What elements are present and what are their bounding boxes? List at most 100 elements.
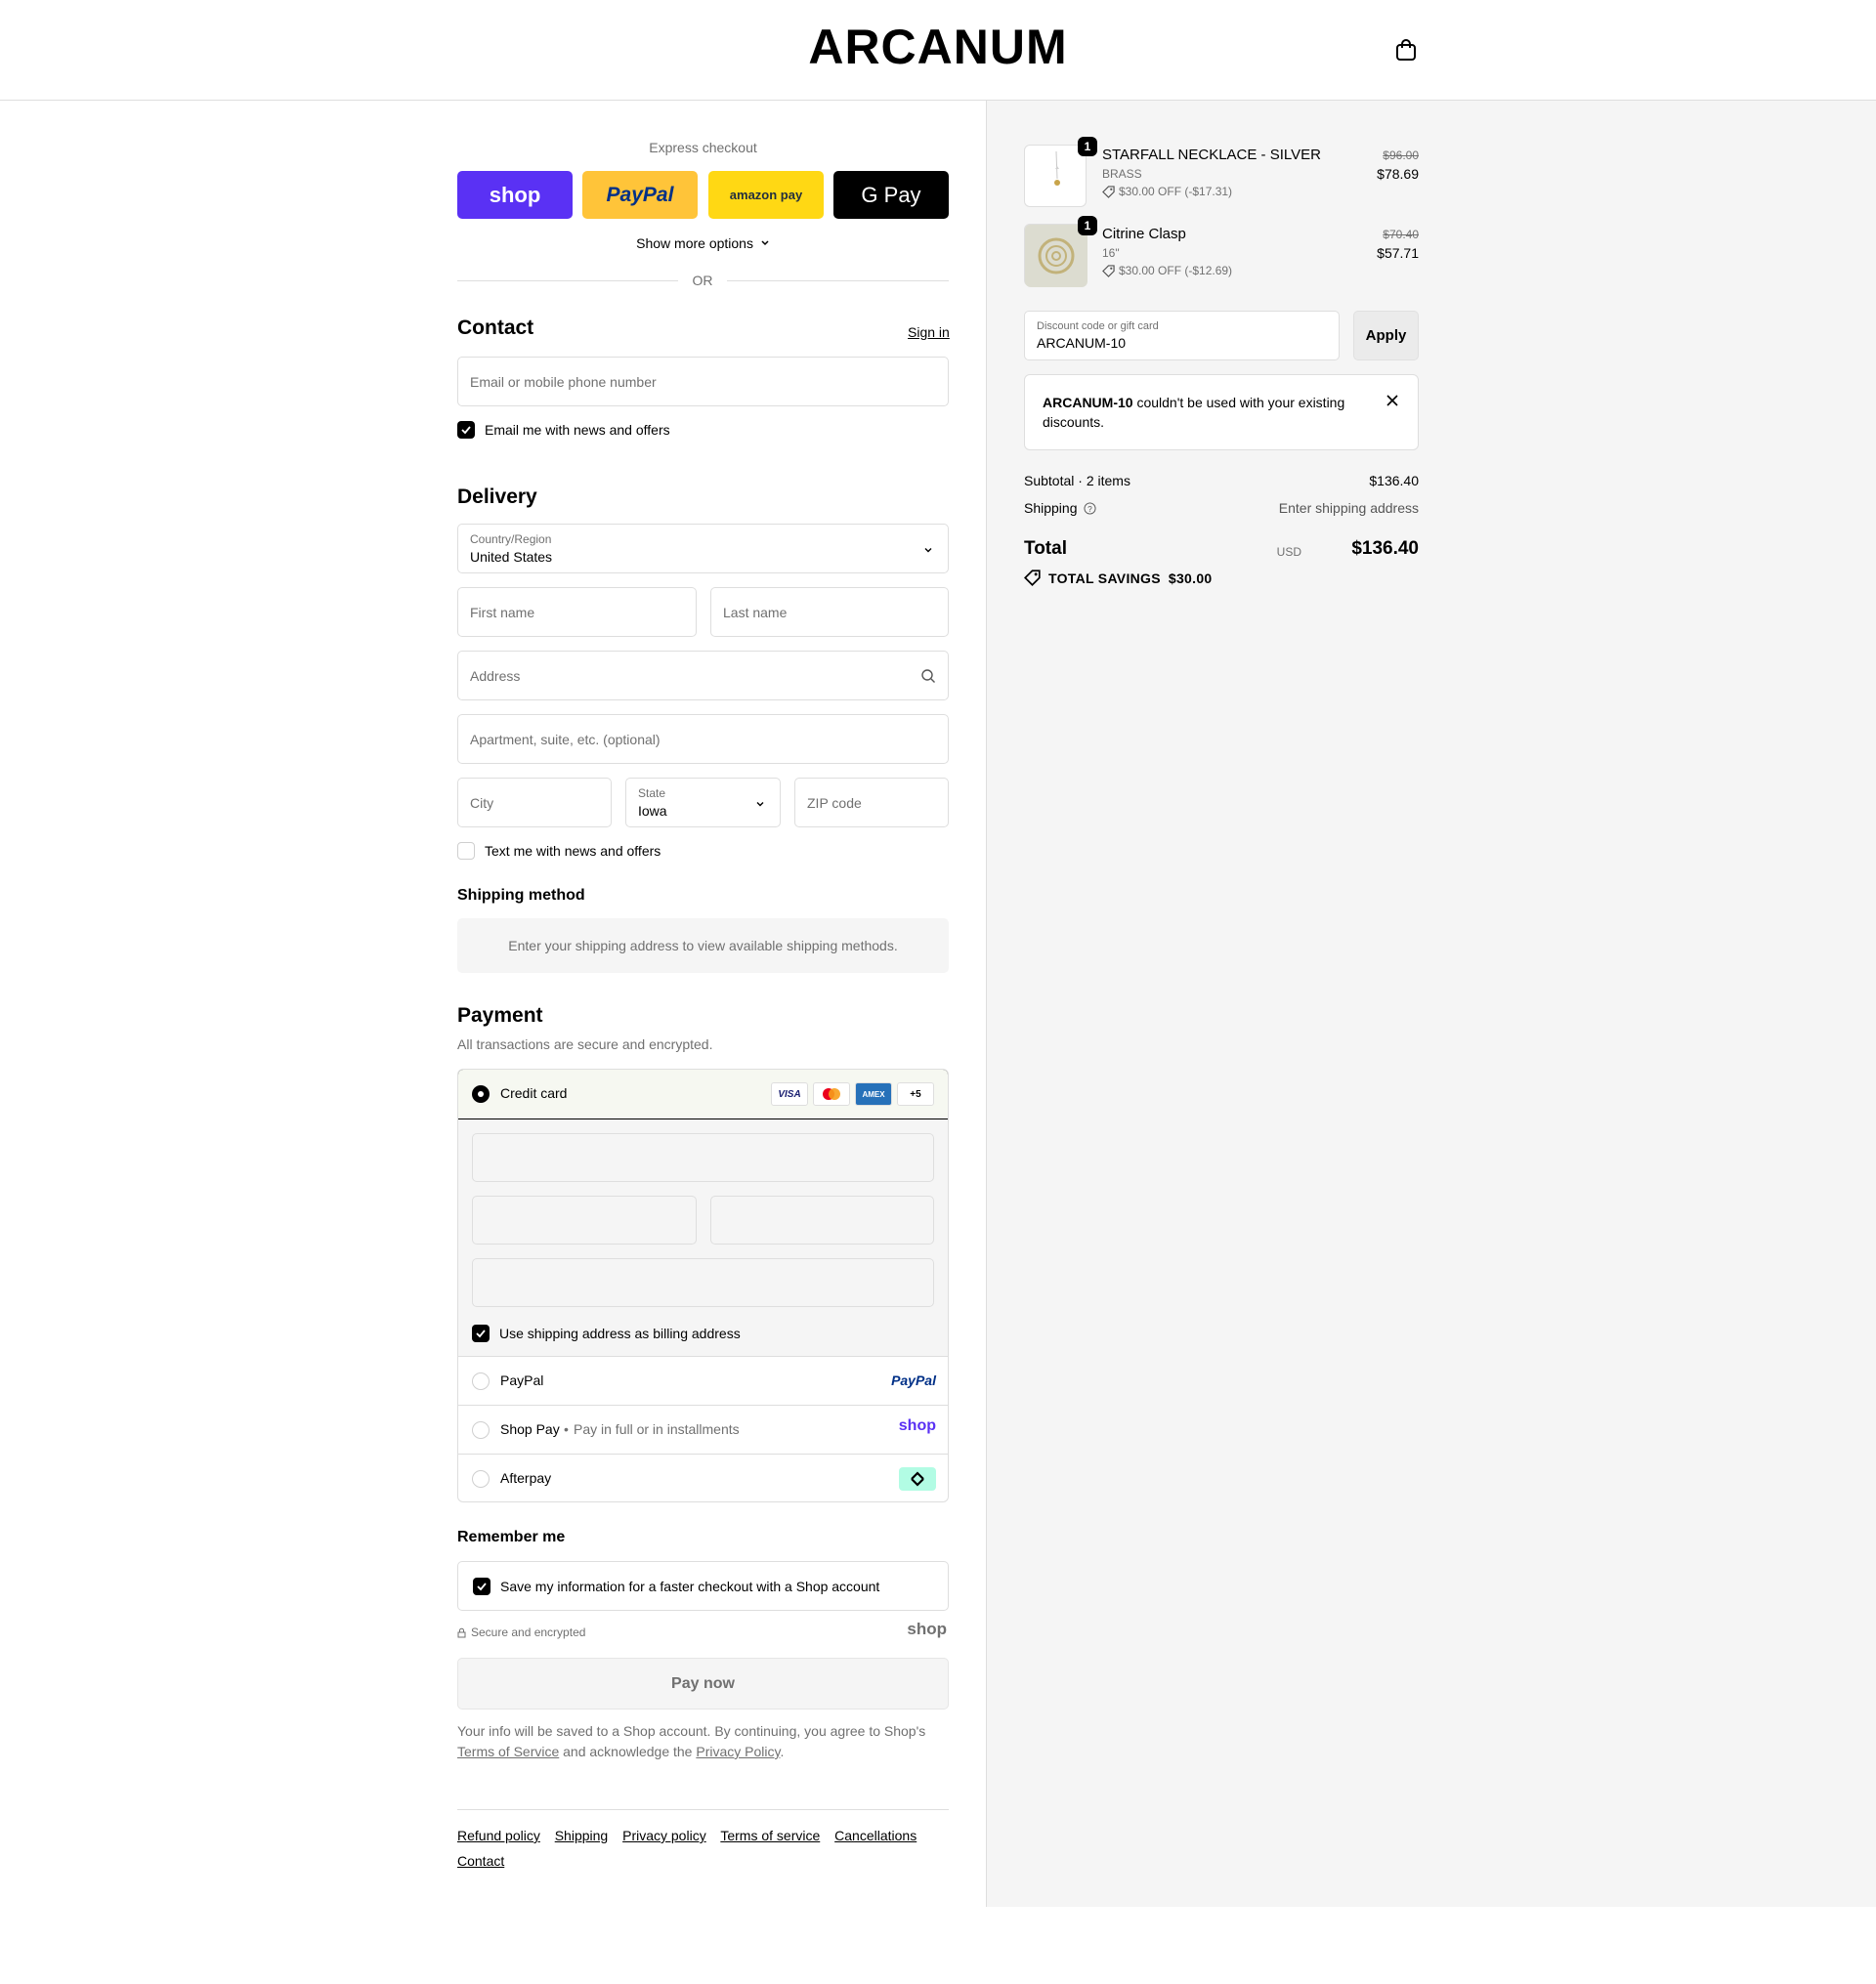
security-code-field[interactable]	[710, 1196, 934, 1245]
apply-discount-button[interactable]: Apply	[1353, 311, 1419, 360]
text-news-checkbox[interactable]: Text me with news and offers	[457, 842, 661, 860]
total-savings: TOTAL SAVINGS $30.00	[1024, 570, 1213, 586]
tag-icon	[1102, 264, 1115, 277]
paypal-label: PayPal	[500, 1372, 544, 1388]
radio-unselected[interactable]	[472, 1372, 490, 1390]
shop-pay-express-button[interactable]: shop	[457, 171, 573, 219]
radio-unselected[interactable]	[472, 1421, 490, 1439]
payment-methods: Credit card VISA AMEX +5 Use shipping ad…	[457, 1069, 949, 1502]
close-icon[interactable]	[1385, 393, 1400, 408]
show-more-options-button[interactable]: Show more options	[457, 235, 949, 251]
expiration-field[interactable]	[472, 1196, 697, 1245]
billing-address-checkbox[interactable]: Use shipping address as billing address	[472, 1325, 741, 1342]
error-code: ARCANUM-10	[1043, 395, 1133, 410]
item-price: $57.71	[1377, 245, 1419, 261]
email-field[interactable]: Email or mobile phone number	[457, 357, 949, 406]
header: ARCANUM	[0, 0, 1876, 101]
shopping-bag-icon[interactable]	[1395, 38, 1417, 62]
sign-in-link[interactable]: Sign in	[908, 324, 950, 340]
amazon-pay-express-button[interactable]: amazon pay	[708, 171, 824, 219]
terms-of-service-link[interactable]: Terms of service	[720, 1828, 820, 1843]
discount-code-input[interactable]: Discount code or gift card ARCANUM-10	[1024, 311, 1340, 360]
shipping-method-notice: Enter your shipping address to view avai…	[457, 918, 949, 973]
item-name: STARFALL NECKLACE - SILVER	[1102, 147, 1321, 163]
radio-selected[interactable]	[472, 1085, 490, 1103]
email-news-checkbox[interactable]: Email me with news and offers	[457, 421, 670, 439]
paypal-express-button[interactable]: PayPal	[582, 171, 698, 219]
apartment-placeholder: Apartment, suite, etc. (optional)	[470, 732, 661, 747]
shop-pay-option[interactable]: Shop Pay • Pay in full or in installment…	[458, 1406, 948, 1455]
apartment-field[interactable]: Apartment, suite, etc. (optional)	[457, 714, 949, 764]
help-icon[interactable]: ?	[1083, 501, 1096, 515]
shipping-label: Shipping	[1024, 500, 1078, 516]
privacy-policy-link[interactable]: Privacy policy	[622, 1828, 706, 1843]
product-thumbnail: 1	[1024, 137, 1097, 207]
country-label: Country/Region	[470, 532, 552, 546]
shipping-policy-link[interactable]: Shipping	[555, 1828, 609, 1843]
visa-icon: VISA	[771, 1082, 808, 1106]
tag-icon	[1102, 185, 1115, 198]
footer-divider	[457, 1809, 949, 1810]
country-value: United States	[470, 549, 553, 565]
country-select[interactable]: Country/Region United States	[457, 524, 949, 573]
store-logo[interactable]: ARCANUM	[0, 19, 1876, 75]
discount-error-banner: ARCANUM-10 couldn't be used with your ex…	[1024, 374, 1419, 450]
shop-pay-separator: •	[564, 1421, 569, 1437]
total-value: $136.40	[1351, 538, 1419, 559]
shipping-value: Enter shipping address	[1278, 500, 1419, 516]
checkbox-checked[interactable]	[473, 1578, 490, 1595]
card-number-field[interactable]	[472, 1133, 934, 1182]
credit-card-label: Credit card	[500, 1085, 568, 1101]
or-divider-text: OR	[678, 273, 727, 288]
clasp-image	[1025, 225, 1087, 287]
subtotal-label: Subtotal · 2 items	[1024, 473, 1130, 488]
line-item: 1 STARFALL NECKLACE - SILVER BRASS $30.0…	[1024, 137, 1419, 211]
contact-link[interactable]: Contact	[457, 1853, 504, 1869]
chevron-down-icon	[924, 548, 932, 553]
address-field[interactable]: Address	[457, 651, 949, 700]
address-placeholder: Address	[470, 668, 521, 684]
mastercard-icon	[813, 1082, 850, 1106]
legal-text-part: .	[780, 1744, 785, 1759]
shop-terms-link[interactable]: Terms of Service	[457, 1744, 559, 1759]
quantity-badge: 1	[1078, 137, 1097, 156]
checkbox-unchecked[interactable]	[457, 842, 475, 860]
afterpay-label: Afterpay	[500, 1470, 552, 1486]
google-pay-express-button[interactable]: G Pay	[833, 171, 949, 219]
name-on-card-field[interactable]	[472, 1258, 934, 1307]
email-news-label: Email me with news and offers	[485, 422, 670, 438]
item-discount: $30.00 OFF (-$12.69)	[1102, 264, 1232, 277]
checkbox-checked[interactable]	[472, 1325, 490, 1342]
first-name-field[interactable]: First name	[457, 587, 697, 637]
shipping-method-heading: Shipping method	[457, 887, 585, 904]
city-field[interactable]: City	[457, 778, 612, 827]
delivery-heading: Delivery	[457, 485, 537, 508]
state-label: State	[638, 786, 666, 800]
save-info-label: Save my information for a faster checkou…	[500, 1579, 880, 1594]
state-select[interactable]: State Iowa	[625, 778, 781, 827]
secure-text: Secure and encrypted	[471, 1625, 586, 1639]
pay-now-button[interactable]: Pay now	[457, 1658, 949, 1710]
radio-unselected[interactable]	[472, 1470, 490, 1488]
legal-text-part: Your info will be saved to a Shop accoun…	[457, 1723, 926, 1739]
paypal-option[interactable]: PayPal PayPal	[458, 1357, 948, 1406]
payment-subtitle: All transactions are secure and encrypte…	[457, 1036, 713, 1052]
zip-field[interactable]: ZIP code	[794, 778, 949, 827]
footer-links: Refund policy Shipping Privacy policy Te…	[457, 1823, 949, 1874]
state-value: Iowa	[638, 803, 667, 819]
line-item: 1 Citrine Clasp 16" $30.00 OFF (-$12.69)…	[1024, 216, 1419, 290]
cancellations-link[interactable]: Cancellations	[834, 1828, 917, 1843]
amex-icon: AMEX	[855, 1082, 892, 1106]
remember-me-box: Save my information for a faster checkou…	[457, 1561, 949, 1611]
mastercard-logo	[823, 1088, 840, 1100]
checkbox-checked[interactable]	[457, 421, 475, 439]
shop-privacy-link[interactable]: Privacy Policy	[696, 1744, 780, 1759]
text-news-label: Text me with news and offers	[485, 843, 661, 859]
lock-icon	[457, 1627, 466, 1637]
afterpay-option[interactable]: Afterpay	[458, 1455, 948, 1501]
item-discount-text: $30.00 OFF (-$12.69)	[1119, 264, 1233, 277]
last-name-field[interactable]: Last name	[710, 587, 949, 637]
credit-card-option[interactable]: Credit card VISA AMEX +5	[458, 1070, 948, 1119]
save-info-checkbox[interactable]: Save my information for a faster checkou…	[473, 1578, 879, 1595]
refund-policy-link[interactable]: Refund policy	[457, 1828, 540, 1843]
